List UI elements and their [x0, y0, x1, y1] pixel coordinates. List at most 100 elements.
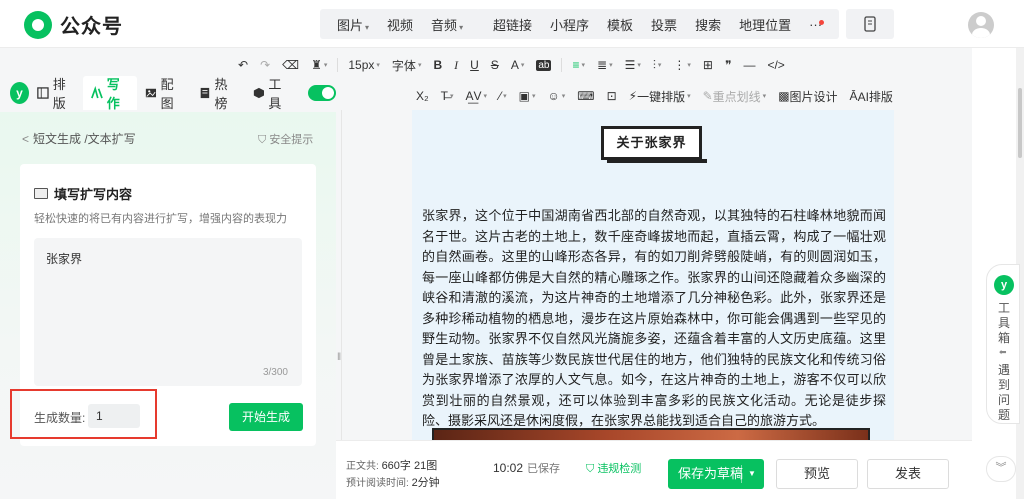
save-status: 10:02 已保存	[493, 461, 561, 475]
image-design-button[interactable]: ▩ 图片设计	[778, 88, 837, 105]
clear-format-icon[interactable]: T̶ ▾	[441, 89, 454, 103]
highlight-annotation-box	[10, 389, 157, 439]
writing-panel: < 短文生成 /文本扩写 ⛉ 安全提示 填写扩写内容 轻松快速的将已有内容进行扩写…	[0, 112, 336, 499]
mobile-preview-button[interactable]	[846, 9, 894, 39]
menu-hyperlink[interactable]: 超链接	[493, 15, 532, 34]
app-logo[interactable]: 公众号	[24, 10, 123, 39]
highlight-line-button[interactable]: ✎ 重点划线 ▾	[703, 88, 767, 105]
format-toolbar-row2: X₂ T̶ ▾ A͟V ▾ ⁄ ▾ ▣ ▾ ☺ ▾ ⌨ ⊡ ⚡ 一键排版 ▾ ✎ 重点划线 ▾ ▩…	[410, 83, 899, 109]
app-name: 公众号	[60, 16, 123, 38]
menu-template[interactable]: 模板	[607, 15, 633, 34]
format-painter-icon[interactable]: ♜ ▾	[311, 58, 327, 72]
shield-check-icon: ⛉	[586, 463, 598, 475]
menu-audio[interactable]: 音频 ▾	[431, 15, 463, 34]
font-color-icon[interactable]: A ▾	[511, 58, 525, 72]
menu-video[interactable]: 视频	[387, 15, 413, 34]
article-stats: 正文共: 660字 21图 预计阅读时间: 2分钟	[346, 460, 440, 489]
user-avatar[interactable]	[968, 12, 994, 38]
paragraph-spacing-icon[interactable]: ⋮ ▾	[673, 58, 691, 72]
card-title: 填写扩写内容	[34, 184, 132, 203]
bold-icon[interactable]: B	[433, 58, 442, 72]
divider-line-icon[interactable]: —	[743, 58, 755, 72]
background-color-icon[interactable]: ab	[536, 59, 552, 71]
assistant-logo-icon: y	[10, 82, 29, 104]
article-heading[interactable]: 关于张家界	[601, 126, 707, 163]
chevron-double-down-icon[interactable]: ︾	[986, 456, 1016, 482]
start-generate-button[interactable]: 开始生成	[229, 403, 303, 431]
table-icon[interactable]: ⊞	[703, 58, 713, 72]
quote-icon[interactable]: ❞	[725, 58, 731, 72]
toolbar-divider	[337, 58, 339, 72]
bag-icon[interactable]: ⊡	[607, 89, 617, 103]
format-toolbar-row1: ↶ ↷ ⌫ ♜ ▾ 15px ▾ 字体 ▾ B I U S A ▾ ab ≡ ▾ ≣ ▾ ☰…	[232, 52, 791, 78]
notification-dot	[819, 19, 825, 25]
insert-menu: 超链接 小程序 模板 投票 搜索 地理位置 ···	[476, 9, 840, 39]
scrollbar-thumb[interactable]	[1018, 88, 1022, 158]
chevron-down-icon[interactable]: ▼	[748, 459, 756, 489]
media-insert-menu: 图片 ▾ 视频 音频 ▾	[320, 9, 481, 39]
nav-tab-tools[interactable]: 工具	[245, 76, 299, 111]
input-value: 张家界	[46, 252, 83, 266]
menu-miniprogram[interactable]: 小程序	[550, 15, 589, 34]
font-family-select[interactable]: 字体 ▾	[392, 57, 422, 74]
save-draft-button[interactable]: 保存为草稿 ▼	[668, 459, 764, 489]
nav-tab-layout[interactable]: 排版	[29, 76, 83, 111]
one-key-layout-button[interactable]: ⚡ 一键排版 ▾	[629, 88, 691, 105]
font-size-select[interactable]: 15px ▾	[348, 58, 380, 72]
drag-handle-icon[interactable]: ‖	[337, 352, 341, 363]
toolbar-divider	[561, 58, 563, 72]
nav-tab-hot[interactable]: 热榜	[191, 76, 245, 111]
menu-search[interactable]: 搜索	[695, 15, 721, 34]
html-icon[interactable]: ⌨	[577, 89, 594, 103]
insert-image-icon[interactable]: ▣ ▾	[519, 89, 536, 103]
card-description: 轻松快速的将已有内容进行扩写，增强内容的表现力	[34, 213, 287, 225]
strikethrough-icon[interactable]: S	[491, 58, 499, 72]
outdent-icon[interactable]: ☰ ▾	[625, 58, 641, 72]
toolbox-icon	[253, 87, 264, 99]
chevron-left-icon: <	[22, 132, 30, 146]
writing-assistant-nav: y 排版 写作 配图 热榜 工具	[0, 76, 337, 111]
feedback-label[interactable]: 遇到问题	[997, 363, 1011, 423]
back-breadcrumb[interactable]: < 短文生成 /文本扩写	[22, 130, 136, 147]
expand-content-input[interactable]: 张家界 3/300	[34, 238, 302, 386]
preview-button[interactable]: 预览	[776, 459, 858, 489]
menu-image[interactable]: 图片 ▾	[337, 15, 369, 34]
top-bar: 公众号 图片 ▾ 视频 音频 ▾ 超链接 小程序 模板 投票 搜索 地理位置 ···	[0, 0, 1024, 48]
safety-tip-link[interactable]: ⛉ 安全提示	[258, 131, 313, 147]
phone-icon	[864, 16, 876, 32]
subscript-icon[interactable]: X₂	[416, 89, 429, 103]
toolbox-logo-icon: y	[994, 275, 1014, 295]
menu-vote[interactable]: 投票	[651, 15, 677, 34]
line-height-icon[interactable]: ⫶ ▾	[653, 58, 662, 73]
emoji-icon[interactable]: ☺ ▾	[547, 89, 565, 103]
article-body[interactable]: 张家界，这个位于中国湖南省西北部的自然奇观，以其独特的石柱峰林地貌而闻名于世。这…	[422, 206, 886, 432]
letter-spacing-icon[interactable]: A͟V ▾	[466, 89, 488, 103]
ai-layout-button[interactable]: Ā AI排版	[850, 88, 893, 105]
hot-list-icon	[200, 87, 209, 99]
menu-location[interactable]: 地理位置	[739, 15, 791, 34]
assistant-toggle[interactable]	[308, 85, 337, 101]
image-icon	[145, 88, 156, 98]
nav-tab-write[interactable]: 写作	[82, 76, 137, 111]
undo-icon[interactable]: ↶	[238, 58, 248, 72]
violation-check-link[interactable]: ⛉ 违规检测	[586, 460, 641, 476]
arrow-left-icon: ⬅	[999, 347, 1007, 357]
code-icon[interactable]: </>	[767, 58, 784, 72]
publish-button[interactable]: 发表	[867, 459, 949, 489]
indent-icon[interactable]: ≣ ▾	[597, 58, 613, 72]
underline-icon[interactable]: U	[470, 58, 479, 72]
nav-tab-image[interactable]: 配图	[137, 76, 191, 111]
italic-icon[interactable]: I	[454, 58, 458, 73]
book-icon	[34, 188, 48, 199]
editor-footer: 正文共: 660字 21图 预计阅读时间: 2分钟 10:02 已保存 ⛉ 违规检…	[336, 440, 972, 499]
wechat-logo-icon	[24, 10, 52, 39]
char-counter: 3/300	[262, 367, 288, 378]
toolbox-label: 工具箱	[997, 301, 1010, 345]
menu-more[interactable]: ···	[809, 17, 825, 32]
magic-wand-icon[interactable]: ⁄ ▾	[499, 89, 507, 103]
align-left-icon[interactable]: ≡ ▾	[572, 58, 585, 72]
eraser-icon[interactable]: ⌫	[282, 58, 299, 72]
redo-icon[interactable]: ↷	[260, 58, 270, 72]
floating-toolbox[interactable]: y 工具箱 ⬅ 遇到问题	[986, 264, 1020, 424]
ai-write-icon	[90, 86, 103, 99]
